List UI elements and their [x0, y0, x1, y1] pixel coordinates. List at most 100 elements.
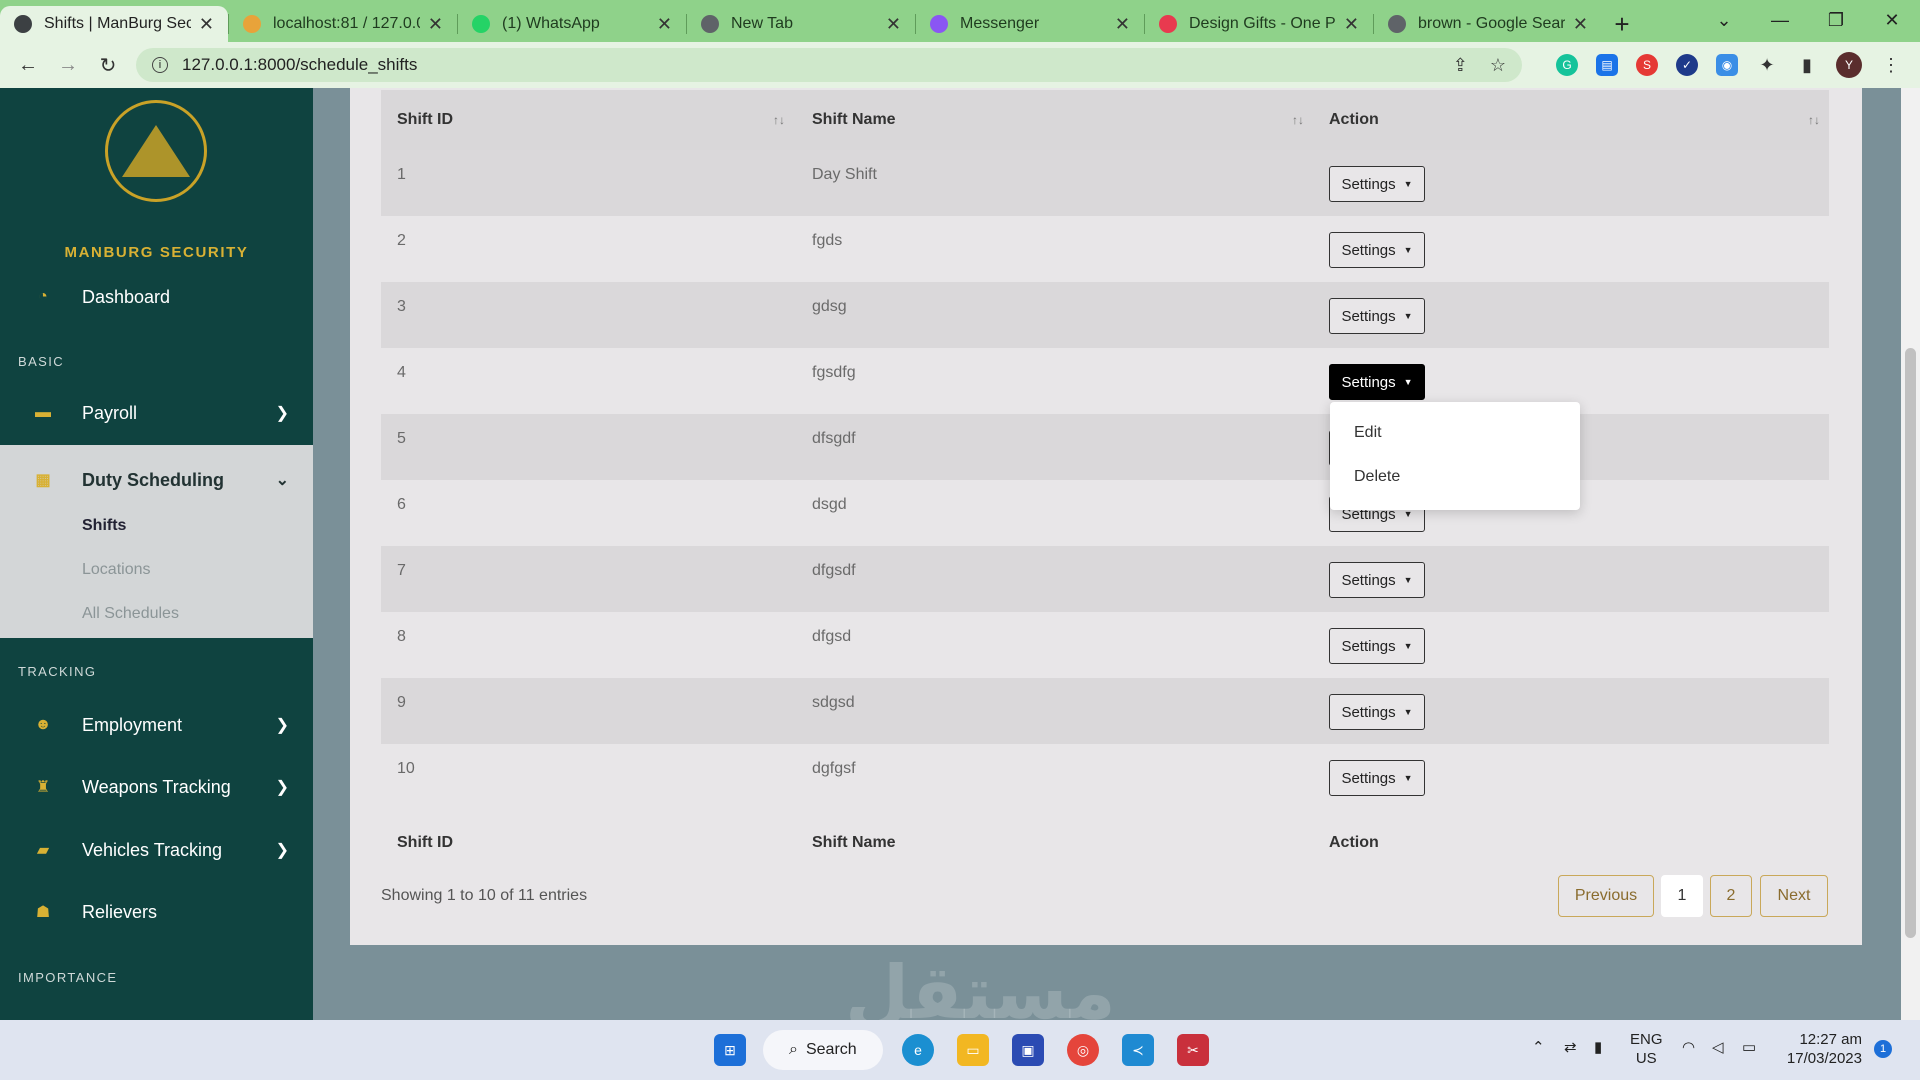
- sort-icon[interactable]: ↑↓: [773, 113, 785, 127]
- edit-menu-item[interactable]: Edit: [1354, 424, 1382, 442]
- chevron-right-icon: ❯: [275, 779, 289, 796]
- minimize-button[interactable]: —: [1752, 0, 1808, 40]
- volume-icon[interactable]: ◁: [1712, 1038, 1724, 1057]
- taskbar-search[interactable]: ⌕ Search: [763, 1030, 883, 1070]
- language-indicator[interactable]: ENG US: [1630, 1030, 1663, 1068]
- side-panel-icon[interactable]: ▮: [1796, 54, 1818, 76]
- scrollbar-thumb[interactable]: [1905, 348, 1916, 938]
- window-controls: ⌄ — ❐ ✕: [1696, 0, 1920, 40]
- page-2-button[interactable]: 2: [1710, 875, 1752, 917]
- vscode-icon[interactable]: ≺: [1122, 1034, 1154, 1066]
- browser-tab[interactable]: Design Gifts - One Pa ✕: [1145, 6, 1373, 42]
- sidebar-item-duty-scheduling[interactable]: ▦ Duty Scheduling ⌄: [0, 455, 313, 505]
- settings-label: Settings: [1341, 571, 1396, 589]
- browser-tab[interactable]: localhost:81 / 127.0.0 ✕: [229, 6, 457, 42]
- profile-avatar[interactable]: Y: [1836, 52, 1862, 78]
- tab-title: brown - Google Searc: [1418, 15, 1565, 32]
- tab-favicon-icon: [243, 15, 261, 33]
- settings-dropdown-button[interactable]: Settings ▼: [1329, 562, 1425, 598]
- url-field[interactable]: i 127.0.0.1:8000/schedule_shifts ⇪ ☆: [136, 48, 1522, 82]
- sidebar-subitem-shifts[interactable]: Shifts: [82, 517, 126, 535]
- network-tray-icon[interactable]: ⇄: [1564, 1038, 1577, 1057]
- share-icon[interactable]: ⇪: [1453, 55, 1468, 76]
- tab-search-icon[interactable]: ⌄: [1696, 0, 1752, 40]
- tab-close-icon[interactable]: ✕: [1115, 14, 1130, 35]
- shift-id-cell: 2: [397, 232, 406, 249]
- menu-dots-icon[interactable]: ⋮: [1880, 54, 1902, 76]
- page-1-button[interactable]: 1: [1661, 875, 1703, 917]
- screen-capture-icon[interactable]: ◉: [1716, 54, 1738, 76]
- snipping-tool-icon[interactable]: ✂: [1177, 1034, 1209, 1066]
- back-icon[interactable]: ←: [8, 54, 48, 77]
- sidebar-item-payroll[interactable]: ▬ Payroll ❯: [0, 388, 313, 438]
- puzzle-extensions-icon[interactable]: ✦: [1756, 54, 1778, 76]
- header-shift-name[interactable]: Shift Name: [812, 111, 896, 129]
- settings-dropdown-button[interactable]: Settings ▼: [1329, 298, 1425, 334]
- settings-dropdown-button[interactable]: Settings ▼: [1329, 166, 1425, 202]
- tab-close-icon[interactable]: ✕: [1573, 14, 1588, 35]
- tab-close-icon[interactable]: ✕: [886, 14, 901, 35]
- settings-dropdown-button[interactable]: Settings ▼: [1329, 232, 1425, 268]
- shift-name-cell: dfgsdf: [812, 562, 856, 579]
- sort-icon[interactable]: ↑↓: [1808, 113, 1820, 127]
- delete-menu-item[interactable]: Delete: [1354, 468, 1400, 486]
- settings-dropdown-button[interactable]: Settings ▼: [1329, 760, 1425, 796]
- close-window-button[interactable]: ✕: [1864, 0, 1920, 40]
- sidebar-subitem-all-schedules[interactable]: All Schedules: [82, 605, 179, 623]
- header-action[interactable]: Action: [1329, 111, 1379, 129]
- reader-extension-icon[interactable]: ▤: [1596, 54, 1618, 76]
- browser-tab[interactable]: Shifts | ManBurg Secu ✕: [0, 6, 228, 42]
- windows-start-icon[interactable]: ⊞: [714, 1034, 746, 1066]
- tray-chevron-icon[interactable]: ⌃: [1532, 1038, 1545, 1057]
- check-extension-icon[interactable]: ✓: [1676, 54, 1698, 76]
- browser-tab[interactable]: (1) WhatsApp ✕: [458, 6, 686, 42]
- edge-icon[interactable]: e: [902, 1034, 934, 1066]
- sidebar-item-relievers[interactable]: ☗ Relievers: [0, 887, 313, 937]
- battery-icon[interactable]: ▭: [1742, 1038, 1756, 1057]
- meter-tray-icon[interactable]: ▮: [1594, 1038, 1602, 1057]
- sidebar-item-employment[interactable]: ☻ Employment ❯: [0, 700, 313, 750]
- browser-tab[interactable]: New Tab ✕: [687, 6, 915, 42]
- settings-dropdown-button[interactable]: Settings ▼: [1329, 694, 1425, 730]
- sort-icon[interactable]: ↑↓: [1292, 113, 1304, 127]
- notification-badge[interactable]: 1: [1874, 1040, 1892, 1058]
- chevron-right-icon: ❯: [275, 405, 289, 422]
- table-footer: Shift ID Shift Name Action: [381, 810, 1829, 876]
- browser-tab[interactable]: Messenger ✕: [916, 6, 1144, 42]
- tab-close-icon[interactable]: ✕: [1344, 14, 1359, 35]
- tab-close-icon[interactable]: ✕: [657, 14, 672, 35]
- shift-name-cell: Day Shift: [812, 166, 877, 183]
- file-explorer-icon[interactable]: ▭: [957, 1034, 989, 1066]
- sidebar-item-dashboard[interactable]: ◔ Dashboard: [0, 272, 313, 322]
- bookmark-star-icon[interactable]: ☆: [1490, 55, 1506, 76]
- maximize-button[interactable]: ❐: [1808, 0, 1864, 40]
- clock[interactable]: 12:27 am 17/03/2023: [1780, 1030, 1862, 1068]
- browser-tab[interactable]: brown - Google Searc ✕: [1374, 6, 1602, 42]
- sidebar-item-weapons-tracking[interactable]: ♜ Weapons Tracking ❯: [0, 762, 313, 812]
- sidebar-item-vehicles-tracking[interactable]: ▰ Vehicles Tracking ❯: [0, 825, 313, 875]
- extensions-bar: G ▤ S ✓ ◉ ✦ ▮ Y ⋮: [1556, 52, 1902, 78]
- reload-icon[interactable]: ↻: [88, 53, 128, 78]
- settings-dropdown-button[interactable]: Settings ▼: [1329, 364, 1425, 400]
- chrome-icon[interactable]: ◎: [1067, 1034, 1099, 1066]
- next-button[interactable]: Next: [1760, 875, 1828, 917]
- grammarly-icon[interactable]: G: [1556, 54, 1578, 76]
- browser-tab-bar: Shifts | ManBurg Secu ✕ localhost:81 / 127…: [0, 0, 1920, 42]
- tab-title: Design Gifts - One Pa: [1189, 15, 1336, 32]
- sidebar-subitem-locations[interactable]: Locations: [82, 561, 151, 579]
- site-info-icon[interactable]: i: [152, 57, 168, 73]
- page-scrollbar[interactable]: [1901, 88, 1920, 1020]
- store-icon[interactable]: ▣: [1012, 1034, 1044, 1066]
- shield-extension-icon[interactable]: S: [1636, 54, 1658, 76]
- manburg-logo[interactable]: [105, 100, 207, 202]
- header-shift-id[interactable]: Shift ID: [397, 111, 453, 129]
- tab-close-icon[interactable]: ✕: [428, 14, 443, 35]
- settings-dropdown-button[interactable]: Settings ▼: [1329, 628, 1425, 664]
- caret-down-icon: ▼: [1403, 509, 1413, 519]
- new-tab-button[interactable]: +: [1602, 6, 1642, 42]
- caret-down-icon: ▼: [1403, 311, 1413, 321]
- previous-button[interactable]: Previous: [1558, 875, 1654, 917]
- tab-close-icon[interactable]: ✕: [199, 14, 214, 35]
- wifi-icon[interactable]: ◠: [1682, 1038, 1695, 1057]
- forward-icon[interactable]: →: [48, 54, 88, 77]
